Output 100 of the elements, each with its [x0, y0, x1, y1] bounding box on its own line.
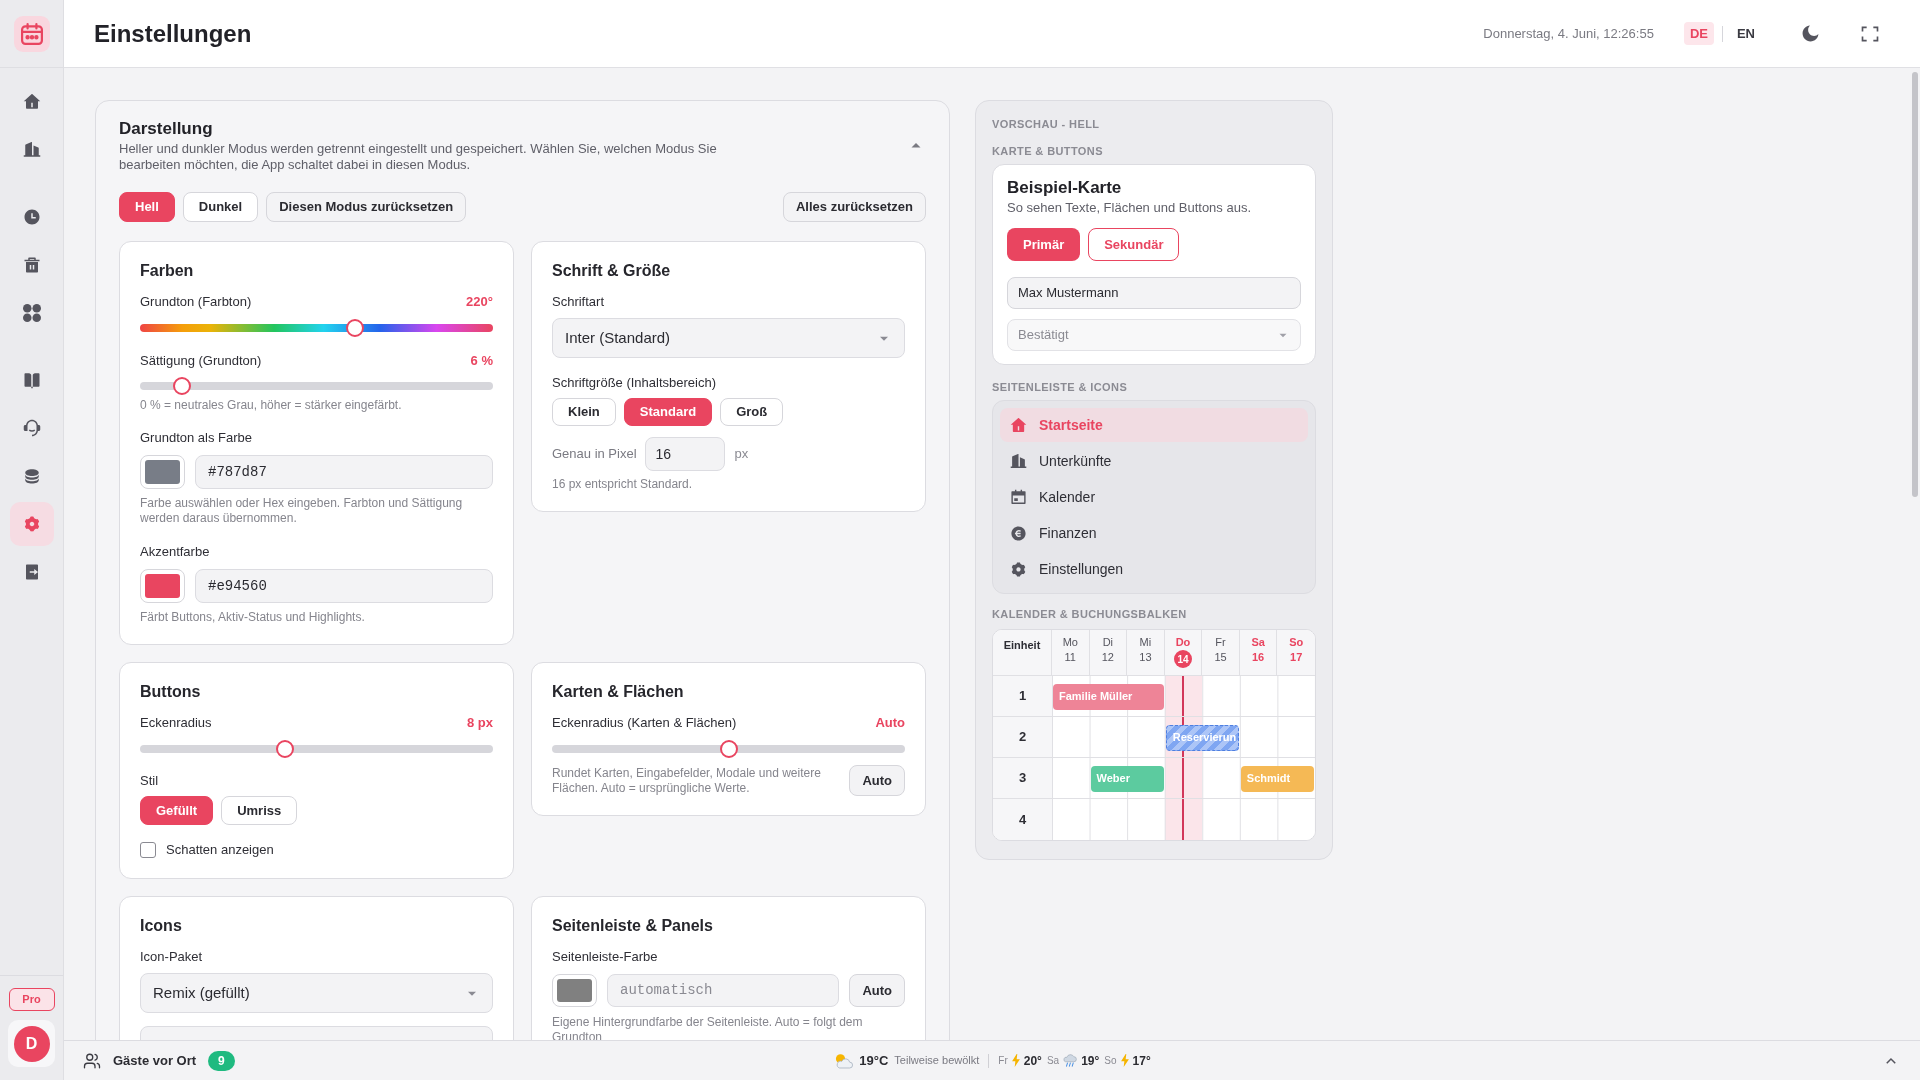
date-label: 17	[1290, 650, 1303, 664]
settings-icon	[1010, 560, 1027, 578]
pixel-input[interactable]: 16	[644, 437, 725, 471]
value-reading: 220°	[466, 293, 493, 311]
calendar-icon	[1010, 488, 1027, 506]
hint-text: 0 % = neutrales Grau, höher = stärker eingefärbt.	[140, 397, 403, 413]
slider-thumb[interactable]	[275, 740, 294, 758]
hint-text: 16 px entspricht Standard.	[552, 476, 694, 492]
users-icon	[83, 1051, 101, 1070]
moon-icon[interactable]	[1801, 24, 1820, 43]
date-label: 15	[1214, 650, 1227, 664]
sidebar-item[interactable]: Unterkünfte	[1000, 444, 1308, 478]
column-header: Einheit	[993, 630, 1052, 676]
settings-icon	[22, 515, 41, 533]
reset-mode-button[interactable]: Diesen Modus zurücksetzen	[266, 192, 467, 222]
language-tab[interactable]: EN	[1730, 22, 1761, 45]
row-label: 2	[993, 717, 1052, 758]
sidebar-item[interactable]: Finanzen	[1000, 516, 1308, 550]
weekday-label: Fr	[1215, 635, 1226, 649]
forecast-day: Sa	[1046, 1053, 1060, 1068]
lightning-icon	[1120, 1054, 1129, 1067]
building-icon	[1010, 452, 1027, 470]
slider-thumb[interactable]	[719, 740, 738, 758]
checkbox-label: Schatten anzeigen	[166, 841, 274, 860]
preview-title: VORSCHAU - HELL	[992, 117, 1101, 132]
section-title: Darstellung	[119, 118, 214, 140]
option-button[interactable]: Klein	[552, 398, 616, 426]
date-label: 16	[1252, 650, 1265, 664]
card-title: Schrift & Größe	[552, 261, 672, 281]
page-title: Einstellungen	[94, 18, 252, 49]
lightning-icon	[1011, 1054, 1020, 1067]
field-label: Stil	[140, 772, 160, 790]
clock-icon	[22, 208, 41, 226]
auto-button[interactable]: Auto	[849, 974, 905, 1007]
building-icon	[22, 141, 41, 159]
weekday-label: Sa	[1251, 635, 1265, 649]
weekday-label: Mi	[1139, 635, 1152, 649]
option-button[interactable]: Groß	[720, 398, 784, 426]
forecast-temperature: 17°	[1132, 1052, 1151, 1070]
today-date-badge: 14	[1174, 650, 1192, 668]
forecast-day: So	[1104, 1053, 1117, 1068]
weekday-label: So	[1289, 635, 1304, 649]
row-label: 1	[993, 676, 1052, 717]
icon-pack-select[interactable]: Remix (gefüllt)	[140, 973, 493, 1013]
card-title: Seitenleiste & Panels	[552, 916, 714, 936]
font-select[interactable]: Inter (Standard)	[552, 318, 905, 358]
primary-button[interactable]: Primär	[1007, 228, 1081, 261]
field-label: Schriftgröße (Inhaltsbereich)	[552, 374, 717, 392]
card-title: Buttons	[140, 682, 202, 702]
forecast-day: Fr	[998, 1053, 1008, 1068]
slider-thumb[interactable]	[346, 319, 365, 337]
calendar-icon[interactable]	[13, 15, 50, 52]
option-button[interactable]: Dunkel	[182, 192, 259, 222]
hint-text: Färbt Buttons, Aktiv-Status und Highlights.	[140, 609, 366, 625]
weekday-label: Di	[1102, 635, 1114, 649]
row-label: 3	[993, 758, 1052, 799]
option-button[interactable]: Gefüllt	[140, 796, 214, 825]
card-title: Farben	[140, 261, 195, 281]
scrollbar-thumb[interactable]	[1912, 72, 1918, 497]
weekday-label: Do	[1175, 635, 1191, 649]
date-label: 13	[1139, 650, 1152, 664]
home-icon	[22, 93, 41, 111]
option-button[interactable]: Hell	[119, 192, 175, 222]
card-title: Beispiel-Karte	[1007, 177, 1123, 199]
guests-label: Gäste vor Ort	[113, 1051, 197, 1070]
section-description: Heller und dunkler Modus werden getrennt eingestellt und gespeichert. Wählen Sie, welchen Modus Sie bearbeiten möchten, die App schaltet dabei in diesen Modus.	[119, 141, 718, 173]
option-button[interactable]: Standard	[623, 398, 713, 426]
weekday-label: Mo	[1062, 635, 1078, 649]
preview-heading: KALENDER & BUCHUNGSBALKEN	[992, 607, 1188, 622]
sidebar-button[interactable]	[9, 502, 54, 546]
hex-input[interactable]: #e94560	[195, 569, 493, 603]
color-swatch-icon[interactable]	[140, 569, 185, 603]
checkbox[interactable]	[140, 842, 156, 858]
forecast-temperature: 19°	[1081, 1052, 1100, 1070]
date-label: 11	[1064, 650, 1076, 664]
pro-badge: Pro	[8, 988, 55, 1011]
field-label: Schriftart	[552, 293, 605, 311]
color-swatch-icon[interactable]	[552, 974, 597, 1007]
trash-icon	[22, 256, 41, 274]
field-label: Sättigung (Grundton)	[140, 352, 262, 370]
text-input[interactable]: Max Mustermann	[1007, 277, 1301, 309]
auto-button[interactable]: Auto	[849, 765, 905, 796]
value-reading: 8 px	[467, 714, 493, 732]
slider-thumb[interactable]	[173, 377, 192, 395]
hex-input[interactable]: #787d87	[195, 455, 493, 489]
book-icon	[22, 371, 41, 389]
field-label: Grundton (Farbton)	[140, 293, 252, 311]
option-button[interactable]: Umriss	[221, 796, 298, 825]
hint-text: Rundet Karten, Eingabefelder, Modale und weitere Flächen. Auto = ursprüngliche Werte.	[552, 765, 822, 796]
sidebar-item[interactable]: Kalender	[1000, 480, 1308, 514]
rain-cloud-icon	[1063, 1054, 1078, 1067]
field-label: Eckenradius	[140, 714, 212, 732]
temperature-text: 19°C	[859, 1051, 889, 1070]
guest-count-badge: 9	[208, 1050, 235, 1071]
sidebar-item[interactable]: Einstellungen	[1000, 552, 1308, 586]
unit-label: px	[734, 445, 749, 464]
field-label: Genau in Pixel	[552, 445, 637, 464]
color-swatch-icon[interactable]	[140, 455, 185, 489]
reset-all-button[interactable]: Alles zurücksetzen	[782, 192, 926, 222]
secondary-button[interactable]: Sekundär	[1088, 228, 1180, 261]
